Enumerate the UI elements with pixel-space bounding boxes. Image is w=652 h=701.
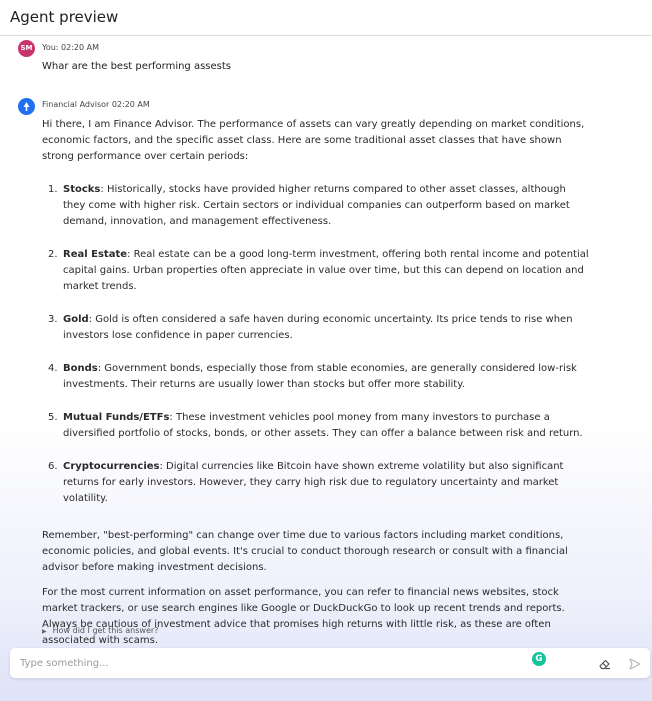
- bot-remember: Remember, "best-performing" can change o…: [42, 530, 568, 573]
- bot-closing: For the most current information on asse…: [42, 587, 565, 646]
- user-avatar: SM: [18, 40, 35, 57]
- page-title: Agent preview: [10, 8, 119, 26]
- user-message-meta: You: 02:20 AM: [42, 43, 99, 52]
- advisor-avatar-icon: [18, 98, 35, 115]
- list-item: 5. Mutual Funds/ETFs: These investment ve…: [48, 412, 583, 439]
- how-did-i-get-this-answer-toggle[interactable]: ▶ How did I get this answer?: [42, 626, 158, 635]
- list-item: 4. Bonds: Government bonds, especially th…: [48, 363, 577, 390]
- caret-right-icon: ▶: [42, 628, 47, 635]
- list-item: 2. Real Estate: Real estate can be a good…: [48, 249, 589, 292]
- eraser-icon[interactable]: [598, 656, 612, 670]
- header: Agent preview: [0, 0, 652, 36]
- list-item: 1. Stocks: Historically, stocks have prov…: [48, 184, 570, 227]
- message-input[interactable]: [20, 655, 520, 671]
- how-link-label: How did I get this answer?: [52, 626, 159, 635]
- message-composer: G: [10, 648, 650, 678]
- bot-message-body: Hi there, I am Finance Advisor. The perf…: [42, 117, 590, 649]
- list-item: 3. Gold: Gold is often considered a safe …: [48, 314, 573, 341]
- bot-intro: Hi there, I am Finance Advisor. The perf…: [42, 119, 585, 162]
- bot-message-meta: Financial Advisor 02:20 AM: [42, 100, 150, 109]
- grammarly-icon[interactable]: G: [532, 652, 546, 666]
- send-icon[interactable]: [629, 656, 641, 670]
- list-item: 6. Cryptocurrencies: Digital currencies l…: [48, 461, 564, 504]
- asset-list: 1. Stocks: Historically, stocks have prov…: [42, 182, 590, 507]
- user-message-text: Whar are the best performing assests: [42, 61, 232, 72]
